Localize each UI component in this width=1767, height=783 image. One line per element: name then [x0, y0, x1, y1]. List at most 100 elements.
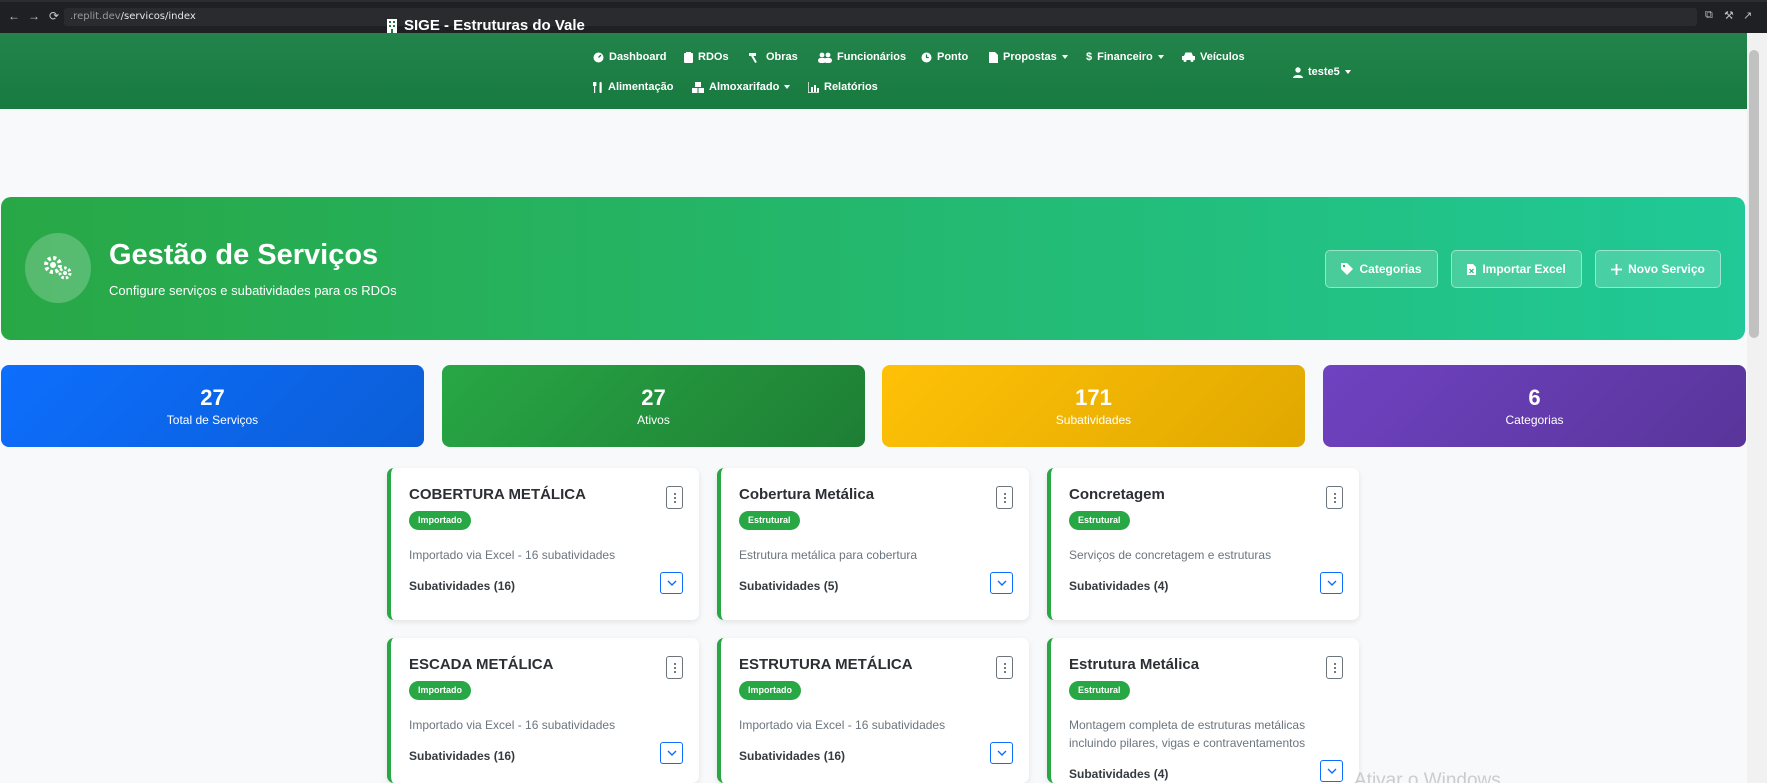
page-subtitle: Configure serviços e subatividades para …	[109, 283, 397, 298]
reload-icon[interactable]: ⟳	[47, 9, 61, 23]
chevron-down-icon[interactable]	[990, 742, 1013, 764]
nav-dashboard[interactable]: Dashboard	[593, 51, 666, 63]
subatividades-label: Subatividades (16)	[409, 579, 516, 593]
nav-funcionarios[interactable]: Funcionários	[818, 51, 906, 63]
card-title: Concretagem	[1069, 486, 1165, 503]
stat-total-servicos: 27 Total de Serviços	[1, 365, 424, 447]
categorias-button[interactable]: Categorias	[1325, 250, 1438, 288]
nav-relatorios[interactable]: Relatórios	[808, 81, 878, 93]
plus-icon	[1611, 263, 1623, 275]
importar-excel-button[interactable]: Importar Excel	[1451, 250, 1582, 288]
chart-icon	[808, 81, 819, 93]
user-icon	[1293, 66, 1303, 78]
nav-ponto[interactable]: Ponto	[921, 51, 968, 63]
chevron-down-icon[interactable]	[990, 572, 1013, 594]
dashboard-icon	[593, 52, 604, 62]
users-icon	[818, 52, 832, 63]
chevron-down-icon[interactable]	[660, 572, 683, 594]
stat-subatividades: 171 Subatividades	[882, 365, 1305, 447]
more-options-icon[interactable]	[666, 656, 683, 679]
dollar-icon: $	[1086, 51, 1093, 63]
nav-financeiro[interactable]: $ Financeiro	[1086, 51, 1164, 63]
more-options-icon[interactable]	[996, 656, 1013, 679]
clipboard-icon	[684, 51, 693, 63]
stat-categorias: 6 Categorias	[1323, 365, 1746, 447]
chevron-down-icon[interactable]	[660, 742, 683, 764]
utensils-icon	[593, 81, 602, 93]
stat-value: 27	[641, 385, 666, 410]
hammer-icon	[749, 52, 757, 63]
subatividades-label: Subatividades (16)	[409, 749, 516, 763]
nav-obras[interactable]: Obras	[749, 51, 798, 63]
servico-card[interactable]: ESTRUTURA METÁLICA Importado Importado v…	[717, 638, 1029, 783]
card-description: Serviços de concretagem e estruturas	[1069, 548, 1272, 562]
address-bar-url[interactable]: .replit.dev/servicos/index	[70, 11, 196, 22]
card-description: Estrutura metálica para cobertura	[739, 548, 918, 562]
card-title: ESTRUTURA METÁLICA	[739, 656, 913, 673]
stat-label: Categorias	[1505, 413, 1564, 427]
card-description: Montagem completa de estruturas metálica…	[1069, 718, 1306, 750]
category-badge: Estrutural	[739, 511, 800, 530]
translate-icon[interactable]: ⧉	[1705, 9, 1713, 22]
brand-name: SIGE - Estruturas do Vale	[404, 17, 585, 34]
servico-card[interactable]: COBERTURA METÁLICA Importado Importado v…	[387, 468, 699, 620]
forward-arrow-icon[interactable]: →	[27, 9, 41, 23]
card-title: Estrutura Metálica	[1069, 656, 1200, 673]
chevron-down-icon[interactable]	[1320, 760, 1343, 782]
nav-alimentacao[interactable]: Alimentação	[593, 81, 673, 93]
address-bar[interactable]	[64, 8, 1697, 26]
category-badge: Importado	[739, 681, 801, 700]
category-badge: Estrutural	[1069, 681, 1130, 700]
main-navbar	[0, 33, 1747, 109]
subatividades-label: Subatividades (4)	[1069, 767, 1169, 781]
category-badge: Estrutural	[1069, 511, 1130, 530]
nav-almoxarifado[interactable]: Almoxarifado	[692, 81, 790, 93]
brand[interactable]: SIGE - Estruturas do Vale	[386, 17, 585, 34]
page-header: Gestão de Serviços Configure serviços e …	[1, 197, 1745, 340]
stat-label: Ativos	[637, 413, 670, 427]
windows-activation-watermark: Ativar o Windows	[1354, 770, 1501, 783]
page-title: Gestão de Serviços	[109, 239, 379, 271]
subatividades-label: Subatividades (4)	[1069, 579, 1169, 593]
stat-ativos: 27 Ativos	[442, 365, 865, 447]
more-options-icon[interactable]	[996, 486, 1013, 509]
card-description: Importado via Excel - 16 subatividades	[739, 718, 946, 732]
servico-card[interactable]: Concretagem Estrutural Serviços de concr…	[1047, 468, 1359, 620]
cogs-icon	[25, 233, 91, 303]
servico-card[interactable]: Estrutura Metálica Estrutural Montagem c…	[1047, 638, 1359, 783]
user-menu[interactable]: teste5	[1293, 66, 1351, 78]
category-badge: Importado	[409, 681, 471, 700]
building-icon	[387, 18, 397, 33]
nav-rdos[interactable]: RDOs	[684, 51, 729, 63]
stat-value: 171	[1075, 385, 1112, 410]
boxes-icon	[692, 81, 704, 93]
stat-label: Total de Serviços	[166, 413, 259, 427]
stat-label: Subatividades	[1055, 413, 1132, 427]
open-external-icon[interactable]: ↗	[1743, 9, 1752, 22]
nav-propostas[interactable]: Propostas	[989, 51, 1068, 63]
card-description: Importado via Excel - 16 subatividades	[409, 548, 616, 562]
stat-value: 27	[200, 385, 225, 410]
servico-card[interactable]: ESCADA METÁLICA Importado Importado via …	[387, 638, 699, 783]
novo-servico-button[interactable]: Novo Serviço	[1595, 250, 1721, 288]
more-options-icon[interactable]	[666, 486, 683, 509]
subatividades-label: Subatividades (16)	[739, 749, 846, 763]
card-title: ESCADA METÁLICA	[409, 656, 554, 673]
file-icon	[989, 51, 998, 63]
card-title: Cobertura Metálica	[739, 486, 875, 503]
file-excel-icon	[1467, 263, 1477, 275]
tools-icon[interactable]: ⚒	[1724, 9, 1734, 22]
subatividades-label: Subatividades (5)	[739, 579, 839, 593]
servico-card[interactable]: Cobertura Metálica Estrutural Estrutura …	[717, 468, 1029, 620]
more-options-icon[interactable]	[1326, 656, 1343, 679]
clock-icon	[921, 52, 932, 62]
tags-icon	[1341, 263, 1354, 275]
nav-veiculos[interactable]: Veículos	[1182, 51, 1245, 63]
chevron-down-icon[interactable]	[1320, 572, 1343, 594]
stat-value: 6	[1528, 385, 1541, 410]
category-badge: Importado	[409, 511, 471, 530]
scrollbar-thumb[interactable]	[1749, 50, 1759, 338]
back-arrow-icon[interactable]: ←	[7, 9, 21, 23]
more-options-icon[interactable]	[1326, 486, 1343, 509]
card-description: Importado via Excel - 16 subatividades	[409, 718, 616, 732]
